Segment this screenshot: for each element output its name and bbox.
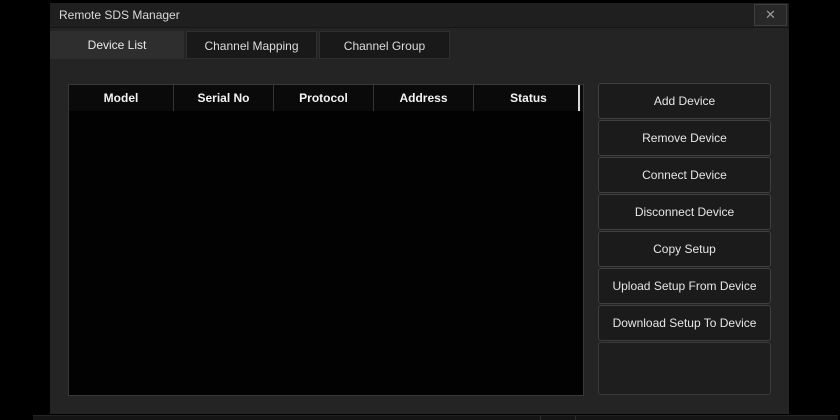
download-setup-to-device-button[interactable]: Download Setup To Device (598, 305, 771, 341)
copy-setup-button[interactable]: Copy Setup (598, 231, 771, 267)
column-header-address[interactable]: Address (374, 85, 474, 111)
disconnect-device-button[interactable]: Disconnect Device (598, 194, 771, 230)
connect-device-button[interactable]: Connect Device (598, 157, 771, 193)
titlebar[interactable]: Remote SDS Manager ✕ (50, 3, 789, 28)
tab-device-list[interactable]: Device List (50, 31, 184, 59)
column-header-protocol[interactable]: Protocol (274, 85, 374, 111)
column-header-model[interactable]: Model (69, 85, 174, 111)
statusbar-divider (575, 416, 576, 420)
scrollbar-thumb[interactable] (578, 85, 580, 111)
column-header-serial-no[interactable]: Serial No (174, 85, 274, 111)
column-header-status[interactable]: Status (474, 85, 583, 111)
device-table-header: Model Serial No Protocol Address Status (69, 85, 583, 111)
tab-channel-mapping[interactable]: Channel Mapping (186, 31, 317, 59)
remote-sds-manager-dialog: Remote SDS Manager ✕ Device List Channel… (50, 3, 789, 414)
tab-bar: Device List Channel Mapping Channel Grou… (50, 31, 789, 59)
screen-background: Remote SDS Manager ✕ Device List Channel… (0, 0, 840, 420)
background-app-statusbar (33, 415, 838, 420)
close-icon: ✕ (755, 5, 786, 25)
close-button[interactable]: ✕ (754, 4, 787, 26)
upload-setup-from-device-button[interactable]: Upload Setup From Device (598, 268, 771, 304)
empty-panel (598, 342, 771, 395)
add-device-button[interactable]: Add Device (598, 83, 771, 119)
remove-device-button[interactable]: Remove Device (598, 120, 771, 156)
action-button-panel: Add Device Remove Device Connect Device … (598, 83, 771, 395)
device-table-body[interactable] (69, 111, 583, 395)
statusbar-divider (540, 416, 541, 420)
window-title: Remote SDS Manager (59, 3, 180, 27)
tab-channel-group[interactable]: Channel Group (319, 31, 450, 59)
device-table: Model Serial No Protocol Address Status (68, 84, 584, 396)
